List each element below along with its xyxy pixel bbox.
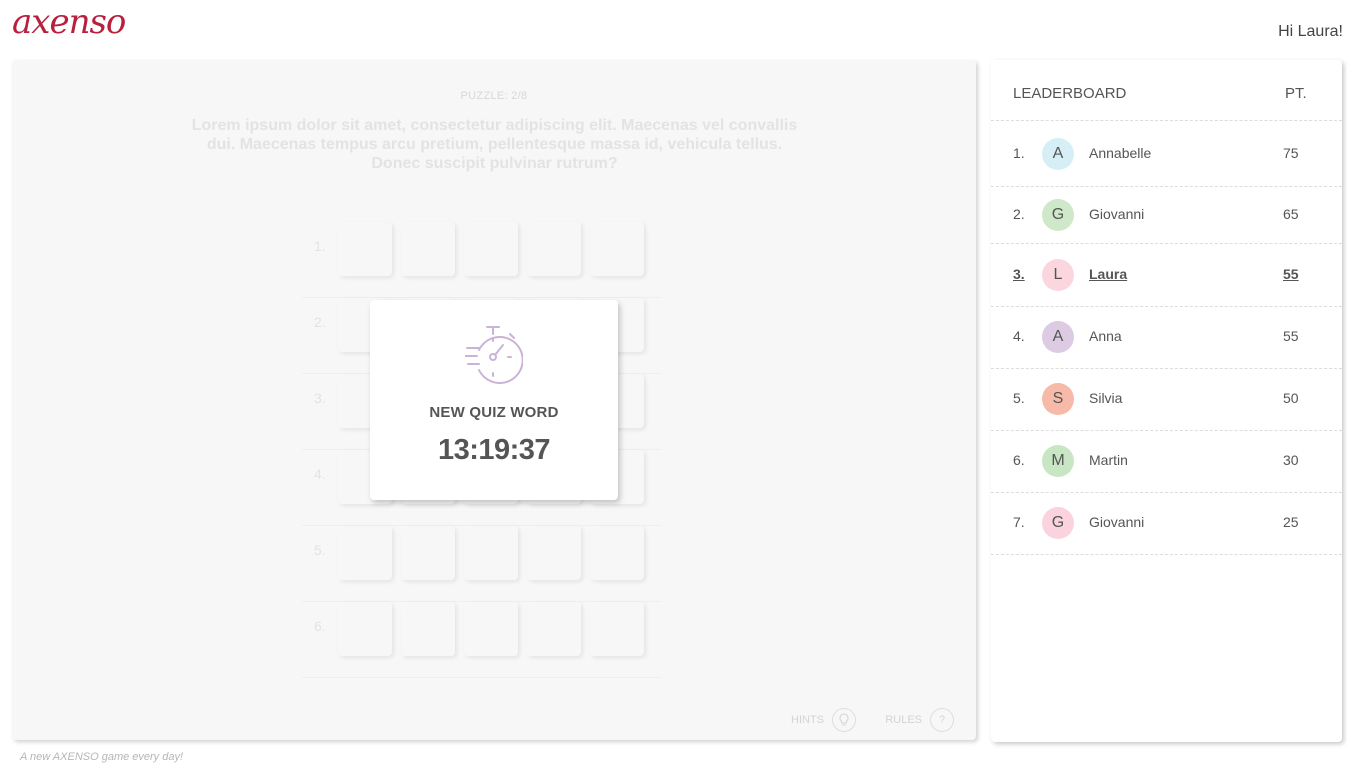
leaderboard-header: LEADERBOARD PT. (991, 60, 1342, 121)
player-name: Laura (1089, 265, 1128, 282)
help-icon[interactable]: ? (930, 708, 954, 732)
rank: 4. (1013, 328, 1025, 344)
avatar: G (1042, 198, 1074, 231)
rank: 6. (1013, 452, 1025, 468)
letter-cell[interactable] (590, 222, 644, 276)
player-name: Anna (1089, 328, 1122, 344)
rank: 7. (1013, 514, 1025, 530)
avatar: S (1042, 383, 1074, 415)
player-name: Martin (1089, 452, 1128, 468)
leaderboard-panel: LEADERBOARD PT. 1. A Annabelle 75 2. G Giovann… (991, 60, 1342, 742)
rank: 5. (1013, 390, 1025, 406)
letter-cell[interactable] (527, 602, 581, 656)
letter-cell[interactable] (527, 526, 581, 580)
leaderboard-row[interactable]: 2. G Giovanni 65 (991, 186, 1342, 244)
row-number: 1. (314, 238, 326, 254)
avatar: M (1042, 445, 1074, 477)
avatar: L (1042, 258, 1074, 291)
player-name: Silvia (1089, 390, 1123, 406)
letter-cell[interactable] (338, 222, 392, 276)
stopwatch-icon (465, 326, 523, 384)
player-score: 75 (1283, 144, 1299, 161)
row-number: 2. (314, 314, 326, 330)
grid-row: 1. (302, 222, 662, 298)
lightbulb-icon[interactable] (832, 708, 856, 732)
avatar: G (1042, 507, 1074, 539)
letter-cell[interactable] (401, 526, 455, 580)
row-number: 5. (314, 542, 326, 558)
leaderboard-title: LEADERBOARD (1013, 85, 1127, 102)
player-name: Giovanni (1089, 514, 1145, 530)
player-score: 65 (1283, 205, 1299, 222)
hints-label: HINTS (791, 714, 824, 726)
player-score: 55 (1283, 328, 1299, 344)
rules-label: RULES (885, 714, 922, 726)
letter-cell[interactable] (464, 526, 518, 580)
grid-row: 5. (302, 526, 662, 602)
letter-cell[interactable] (464, 602, 518, 656)
grid-row: 6. (302, 602, 662, 678)
countdown-timer: 13:19:37 (437, 434, 551, 466)
hints-link[interactable]: HINTS (791, 708, 856, 732)
player-score: 55 (1283, 265, 1299, 282)
tagline: A new AXENSO game every day! (20, 751, 184, 763)
letter-cell[interactable] (464, 222, 518, 276)
leaderboard-row[interactable]: 7. G Giovanni 25 (991, 492, 1342, 555)
player-score: 50 (1283, 390, 1299, 406)
rank: 2. (1013, 205, 1025, 222)
leaderboard-row[interactable]: 3. L Laura 55 (991, 243, 1342, 307)
player-score: 25 (1283, 514, 1299, 530)
player-name: Annabelle (1089, 144, 1152, 161)
rules-link[interactable]: RULES ? (885, 708, 954, 732)
letter-cell[interactable] (401, 222, 455, 276)
letter-cell[interactable] (338, 602, 392, 656)
letter-cell[interactable] (590, 602, 644, 656)
row-number: 6. (314, 618, 326, 634)
leaderboard-row[interactable]: 1. A Annabelle 75 (991, 121, 1342, 187)
new-word-modal: NEW QUIZ WORD 13:19:37 (370, 300, 618, 500)
avatar: A (1042, 137, 1074, 170)
puzzle-counter: PUZZLE: 2/8 (460, 90, 528, 102)
row-number: 3. (314, 390, 326, 406)
player-score: 30 (1283, 452, 1299, 468)
leaderboard-row[interactable]: 4. A Anna 55 (991, 306, 1342, 369)
greeting: Hi Laura! (1278, 23, 1343, 40)
modal-label: NEW QUIZ WORD (429, 404, 559, 421)
letter-cell[interactable] (590, 526, 644, 580)
leaderboard-row[interactable]: 5. S Silvia 50 (991, 368, 1342, 431)
leaderboard-row[interactable]: 6. M Martin 30 (991, 430, 1342, 493)
letter-cell[interactable] (338, 526, 392, 580)
points-header: PT. (1285, 85, 1307, 102)
row-number: 4. (314, 466, 326, 482)
player-name: Giovanni (1089, 205, 1145, 222)
rank: 1. (1013, 144, 1025, 161)
game-panel: PUZZLE: 2/8 Lorem ipsum dolor sit amet, … (12, 60, 976, 740)
question-text: Lorem ipsum dolor sit amet, consectetur … (191, 117, 798, 172)
rank: 3. (1013, 265, 1025, 282)
letter-cell[interactable] (527, 222, 581, 276)
letter-cell[interactable] (401, 602, 455, 656)
logo[interactable]: axenso (12, 2, 126, 42)
avatar: A (1042, 321, 1074, 353)
